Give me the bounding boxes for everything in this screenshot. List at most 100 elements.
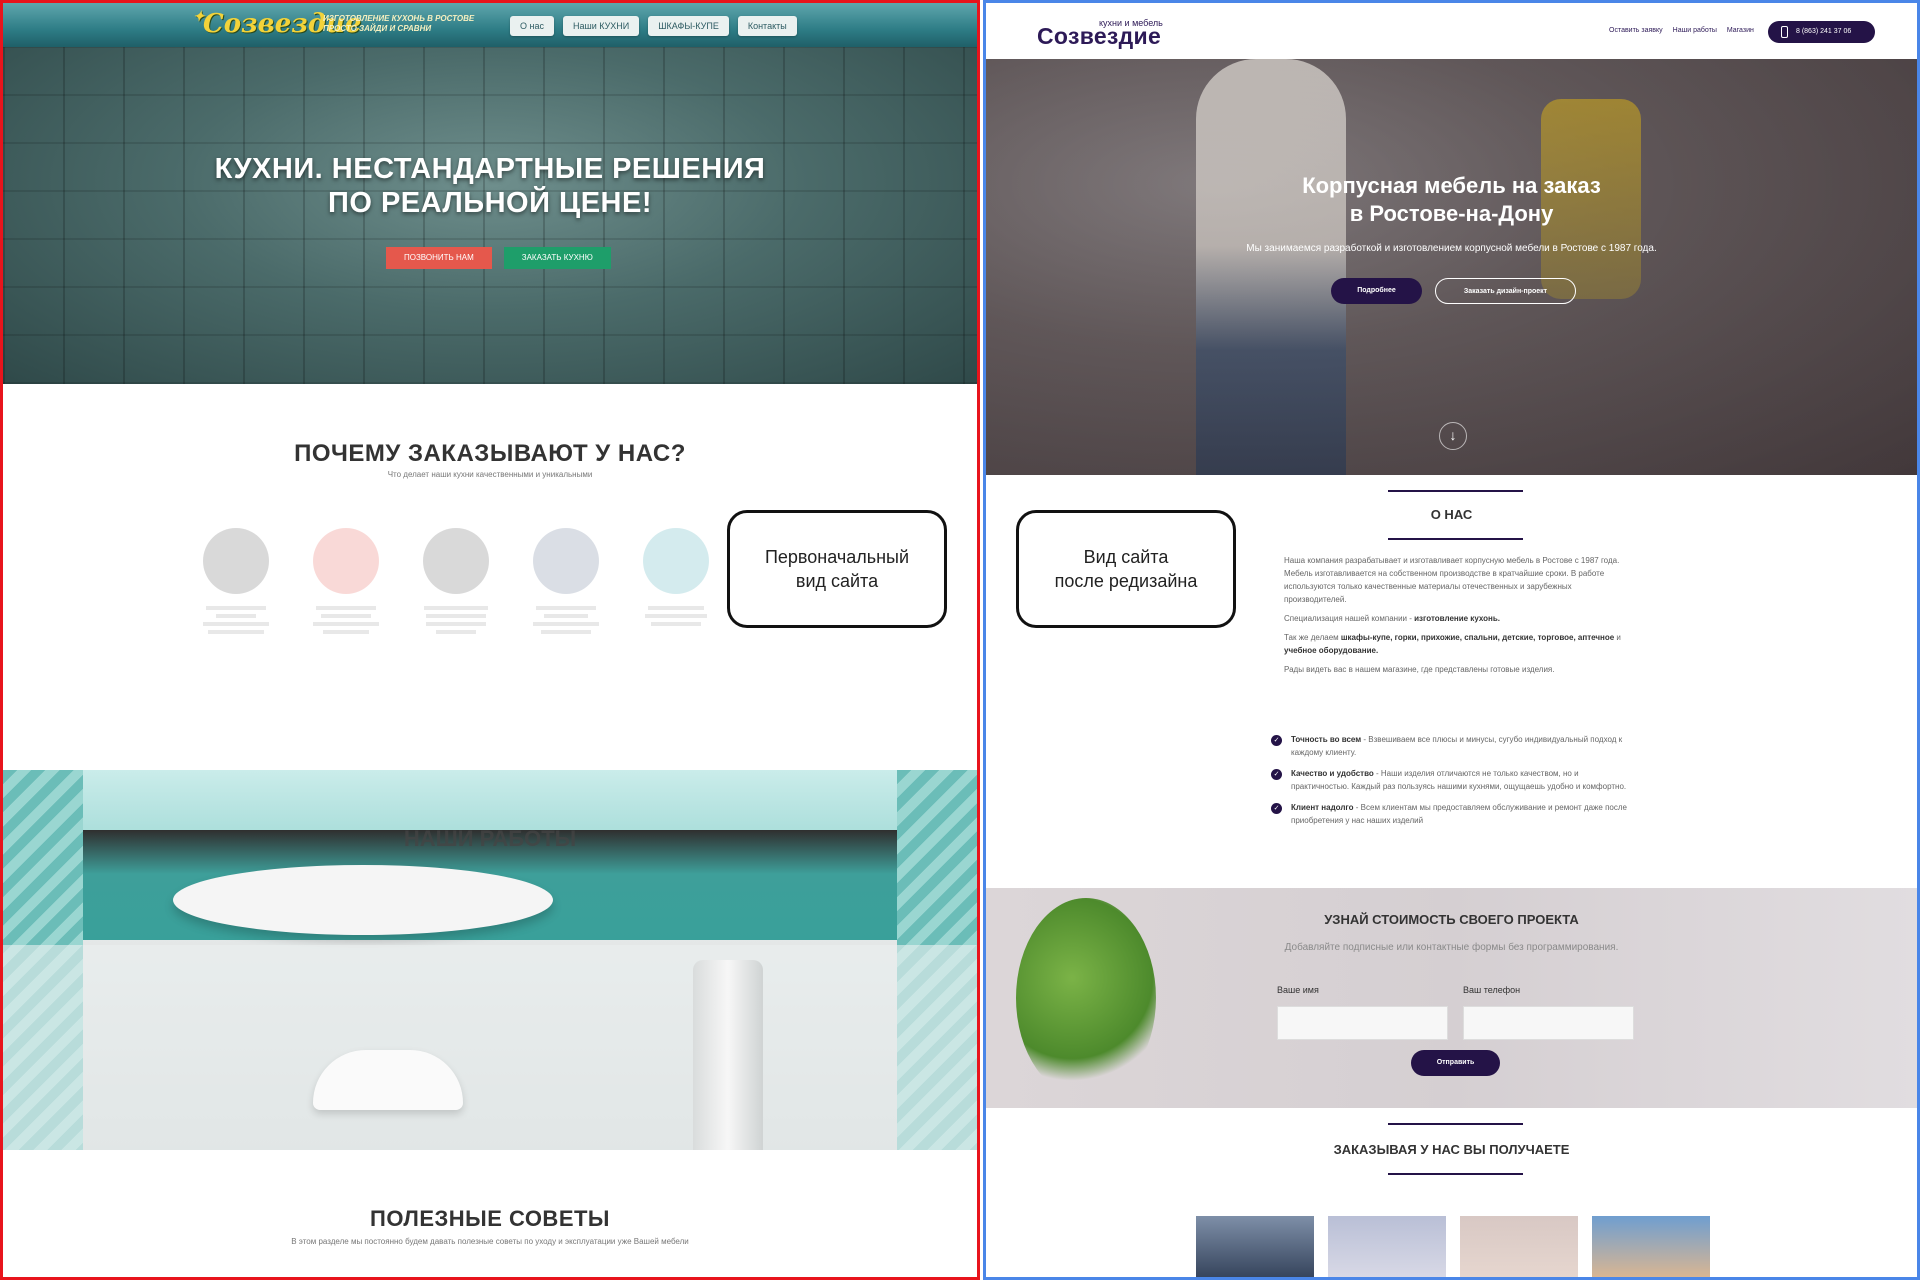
about-text-fragment: и [1614,633,1621,642]
new-nav: Оставить заявку Наши работы Магазин [1609,27,1754,34]
phone-label: Ваш телефон [1463,985,1521,995]
new-hero-buttons: Подробнее Заказать дизайн-проект [1331,278,1576,304]
old-works-title: НАШИ РАБОТЫ [403,826,577,851]
old-why-subtitle: Что делает наши кухни качественными и ун… [387,470,593,479]
benefit-thumbnail[interactable] [1460,1216,1578,1277]
design-project-button[interactable]: Заказать дизайн-проект [1435,278,1576,304]
name-field[interactable] [1277,1006,1448,1040]
about-paragraph: Специализация нашей компании - изготовле… [1284,612,1629,625]
new-hero-title: Корпусная мебель на заказ в Ростове-на-Д… [986,172,1917,228]
old-nav-kitchens[interactable]: Наши КУХНИ [562,16,640,36]
old-works-section: НАШИ РАБОТЫ [3,770,977,1150]
old-hero-title: КУХНИ. НЕСТАНДАРТНЫЕ РЕШЕНИЯ ПО РЕАЛЬНОЙ… [3,152,977,220]
new-site-panel: кухни и мебель Созвездие Оставить заявку… [983,0,1920,1280]
benefit-title: Качество и удобство [1291,769,1374,778]
feature-icon [203,528,269,594]
call-us-button[interactable]: ПОЗВОНИТЬ НАМ [386,247,492,269]
about-paragraph: Наша компания разрабатывает и изготавлив… [1284,556,1620,604]
old-nav-wardrobes[interactable]: ШКАФЫ-КУПЕ [648,16,729,36]
old-tips-subtitle: В этом разделе мы постоянно будем давать… [291,1237,689,1246]
plant-photo [1016,898,1156,1098]
new-logo[interactable]: Созвездие [1037,23,1161,50]
old-nav: О нас Наши КУХНИ ШКАФЫ-КУПЕ Контакты [510,16,797,36]
old-feature [203,528,269,638]
about-text: Наша компания разрабатывает и изготавлив… [1284,554,1629,682]
old-tagline: ИЗГОТОВЛЕНИЕ КУХОНЬ В РОСТОВЕ ПРОСТО ЗАЙ… [323,14,474,34]
old-feature [423,528,489,638]
new-hero-subtitle: Мы занимаемся разработкой и изготовление… [1246,243,1657,254]
old-hero-title-line: ПО РЕАЛЬНОЙ ЦЕНЕ! [327,187,652,219]
old-feature [313,528,379,638]
old-hero: КУХНИ. НЕСТАНДАРТНЫЕ РЕШЕНИЯ ПО РЕАЛЬНОЙ… [3,47,977,384]
hood [693,960,763,1150]
name-label: Ваше имя [1277,985,1319,995]
callout-line: после редизайна [1054,571,1198,591]
old-site-panel: ✦ Созвездие ИЗГОТОВЛЕНИЕ КУХОНЬ В РОСТОВ… [0,0,980,1280]
lamp [313,1050,463,1110]
benefit-thumbnail[interactable] [1328,1216,1446,1277]
divider [1388,1173,1523,1175]
old-nav-contacts[interactable]: Контакты [737,16,797,36]
more-button[interactable]: Подробнее [1331,278,1422,304]
new-header: кухни и мебель Созвездие Оставить заявку… [986,3,1917,59]
about-paragraph: Так же делаем шкафы-купе, горки, прихожи… [1284,631,1629,657]
check-icon: ✓ [1271,769,1282,780]
phone-field[interactable] [1463,1006,1634,1040]
benefit-item: ✓ Точность во всем - Взвешиваем все плюс… [1271,733,1631,759]
about-text-fragment: Так же делаем [1284,633,1341,642]
new-hero: Корпусная мебель на заказ в Ростове-на-Д… [986,59,1917,475]
cost-form-section: УЗНАЙ СТОИМОСТЬ СВОЕГО ПРОЕКТА Добавляйт… [986,888,1917,1108]
cost-subtitle: Добавляйте подписные или контактные форм… [1284,942,1619,953]
benefit-thumbnail[interactable] [1196,1216,1314,1277]
nav-request[interactable]: Оставить заявку [1609,27,1663,34]
feature-icon [643,528,709,594]
works-overlay [3,945,977,1150]
benefit-item: ✓ Клиент надолго - Всем клиентам мы пред… [1271,801,1631,827]
benefit-title: Клиент надолго [1291,803,1354,812]
kitchen-table [173,865,553,935]
phone-icon [1781,26,1788,38]
new-hero-title-line: Корпусная мебель на заказ [1302,173,1601,198]
feature-icon [313,528,379,594]
scroll-down-icon[interactable]: ↓ [1439,422,1467,450]
old-features [203,528,709,638]
about-text-bold: шкафы-купе, горки, прихожие, спальни, де… [1340,633,1615,642]
old-tagline-line: ПРОСТО ЗАЙДИ И СРАВНИ [323,24,432,33]
benefits-title: ЗАКАЗЫВАЯ У НАС ВЫ ПОЛУЧАЕТЕ [1333,1142,1570,1157]
old-tips-title: ПОЛЕЗНЫЕ СОВЕТЫ [370,1206,610,1231]
feature-icon [423,528,489,594]
about-paragraph: Рады видеть вас в нашем магазине, где пр… [1284,665,1555,674]
old-header: ✦ Созвездие ИЗГОТОВЛЕНИЕ КУХОНЬ В РОСТОВ… [3,3,977,47]
order-kitchen-button[interactable]: ЗАКАЗАТЬ КУХНЮ [503,247,611,269]
callout-original: Первоначальный вид сайта [727,510,947,628]
divider [1388,538,1523,540]
old-feature [533,528,599,638]
old-nav-about[interactable]: О нас [510,16,554,36]
nav-shop[interactable]: Магазин [1727,27,1754,34]
divider [1388,1123,1523,1125]
submit-button[interactable]: Отправить [1411,1050,1500,1076]
benefit-title: Точность во всем [1291,735,1362,744]
old-tagline-line: ИЗГОТОВЛЕНИЕ КУХОНЬ В РОСТОВЕ [323,14,475,23]
hero-photo-worker [1196,59,1346,475]
phone-number: 8 (863) 241 37 06 [1796,28,1852,35]
new-hero-title-line: в Ростове-на-Дону [1349,201,1554,226]
cost-title: УЗНАЙ СТОИМОСТЬ СВОЕГО ПРОЕКТА [1324,912,1579,927]
about-text-bold: учебное оборудование. [1284,646,1379,655]
about-text-fragment: Специализация нашей компании - [1284,614,1415,623]
callout-line: Вид сайта [1083,547,1169,567]
benefits-thumbnails [1196,1216,1710,1277]
star-icon: ✦ [193,9,205,25]
benefit-thumbnail[interactable] [1592,1216,1710,1277]
check-icon: ✓ [1271,735,1282,746]
callout-line: вид сайта [795,571,879,591]
phone-button[interactable]: 8 (863) 241 37 06 [1768,21,1875,43]
old-hero-title-line: КУХНИ. НЕСТАНДАРТНЫЕ РЕШЕНИЯ [214,153,766,185]
old-hero-buttons: ПОЗВОНИТЬ НАМ ЗАКАЗАТЬ КУХНЮ [386,247,611,269]
callout-line: Первоначальный [764,547,910,567]
nav-works[interactable]: Наши работы [1673,27,1717,34]
callout-redesign: Вид сайта после редизайна [1016,510,1236,628]
benefits-list: ✓ Точность во всем - Взвешиваем все плюс… [1271,733,1631,835]
check-icon: ✓ [1271,803,1282,814]
benefit-item: ✓ Качество и удобство - Наши изделия отл… [1271,767,1631,793]
